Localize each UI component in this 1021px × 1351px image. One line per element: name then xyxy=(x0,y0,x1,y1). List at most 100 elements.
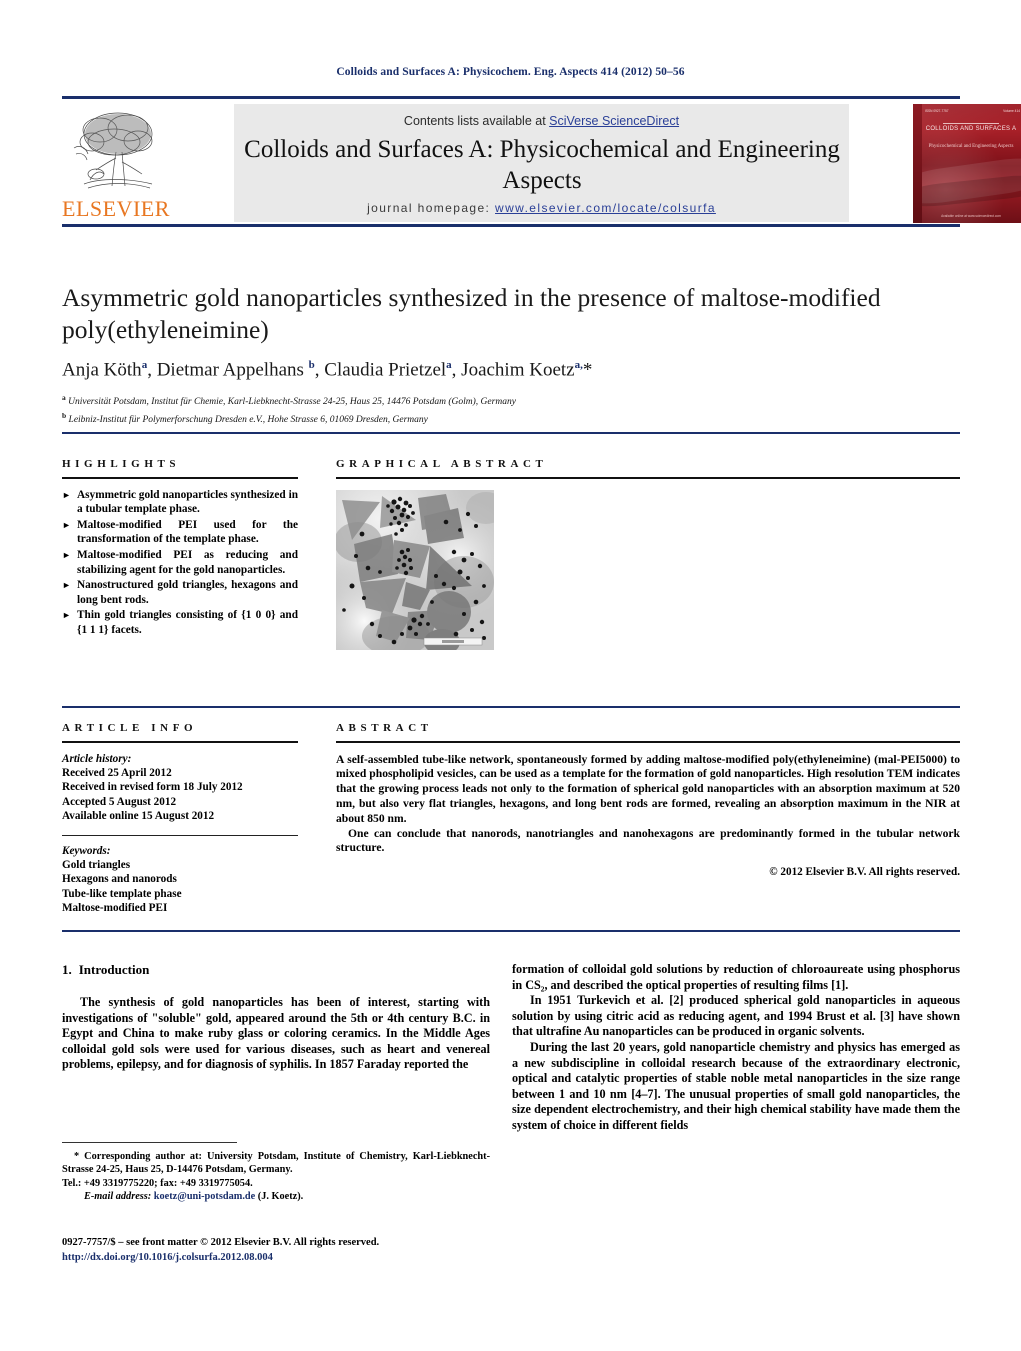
list-item: ► Maltose-modified PEI as reducing and st… xyxy=(62,548,298,577)
list-item: ► Nanostructured gold triangles, hexagons… xyxy=(62,578,298,607)
highlight-text: Maltose-modified PEI used for the transf… xyxy=(77,518,298,546)
email-owner: (J. Koetz). xyxy=(257,1190,304,1202)
abstract-paragraph-2: One can conclude that nanorods, nanotria… xyxy=(336,826,960,855)
contents-line: Contents lists available at SciVerse Sci… xyxy=(234,114,849,128)
bullet-arrow-icon: ► xyxy=(62,489,71,500)
list-item: ► Asymmetric gold nanoparticles synthesiz… xyxy=(62,488,298,517)
section-title-introduction: 1. Introduction xyxy=(62,962,490,978)
journal-masthead: ELSEVIER Contents lists available at Sci… xyxy=(62,96,1021,227)
keywords-label: Keywords: xyxy=(62,844,111,857)
issn-block: 0927-7757/$ – see front matter © 2012 El… xyxy=(62,1236,502,1265)
cover-issn: ISSN 0927-7757 xyxy=(925,109,949,113)
email-link[interactable]: koetz@uni-potsdam.de xyxy=(154,1191,255,1202)
bullet-arrow-icon: ► xyxy=(62,519,71,530)
masthead-bottom-rule xyxy=(62,224,960,227)
abstract-body: A self-assembled tube-like network, spon… xyxy=(336,753,960,857)
info-zone-top-rule xyxy=(62,706,960,708)
keyword-item: Maltose-modified PEI xyxy=(62,902,168,915)
journal-band: Contents lists available at SciVerse Sci… xyxy=(234,104,849,222)
keyword-item: Gold triangles xyxy=(62,859,131,872)
highlights-rule xyxy=(62,477,298,479)
article-history: Article history: Received 25 April 2012 … xyxy=(62,752,298,824)
article-info-separator xyxy=(62,834,298,836)
affiliation-a: a Universität Potsdam, Institut für Chem… xyxy=(62,393,516,408)
cover-subtitle: Physicochemical and Engineering Aspects xyxy=(928,144,1014,149)
list-item: ► Maltose-modified PEI used for the trans… xyxy=(62,518,298,547)
graphical-abstract-heading: GRAPHICAL ABSTRACT xyxy=(336,458,548,470)
elsevier-wordmark: ELSEVIER xyxy=(62,196,170,221)
issn-line: 0927-7757/$ – see front matter © 2012 El… xyxy=(62,1237,380,1248)
highlights-heading: HIGHLIGHTS xyxy=(62,458,181,470)
info-zone-bottom-rule xyxy=(62,930,960,932)
graphical-abstract-column: GRAPHICAL ABSTRACT xyxy=(336,458,960,650)
abstract-column: ABSTRACT A self-assembled tube-like netw… xyxy=(336,722,960,878)
intro-paragraph-left: The synthesis of gold nanoparticles has … xyxy=(62,995,490,1072)
section-number: 1. xyxy=(62,962,72,977)
running-head: Colloids and Surfaces A: Physicochem. En… xyxy=(336,66,685,78)
history-online: Available online 15 August 2012 xyxy=(62,810,215,823)
cover-top-text: ISSN 0927-7757 Volume 414 xyxy=(925,109,1020,113)
article-history-label: Article history: xyxy=(62,752,132,765)
masthead-top-rule xyxy=(62,96,960,99)
homepage-link[interactable]: www.elsevier.com/locate/colsurfa xyxy=(495,201,716,215)
body-column-left: 1. Introduction The synthesis of gold nan… xyxy=(62,962,490,1073)
bullet-arrow-icon: ► xyxy=(62,549,71,560)
email-note: E-mail address: koetz@uni-potsdam.de (J.… xyxy=(62,1190,490,1203)
title-bottom-rule xyxy=(62,432,960,434)
article-info-rule xyxy=(62,741,298,743)
title-block: Asymmetric gold nanoparticles synthesize… xyxy=(62,282,960,428)
article-info-heading: ARTICLE INFO xyxy=(62,722,198,734)
elsevier-logo: ELSEVIER xyxy=(62,104,170,222)
elsevier-tree-icon xyxy=(73,112,153,189)
journal-title: Colloids and Surfaces A: Physicochemical… xyxy=(244,136,840,194)
journal-homepage-line: journal homepage: www.elsevier.com/locat… xyxy=(234,201,849,215)
homepage-label: journal homepage: xyxy=(367,201,491,215)
journal-article-page: Colloids and Surfaces A: Physicochem. En… xyxy=(0,0,1021,1351)
intro-paragraph-right-1: formation of colloidal gold solutions by… xyxy=(512,962,960,992)
keywords-block: Keywords: Gold triangles Hexagons and na… xyxy=(62,844,298,916)
bullet-arrow-icon: ► xyxy=(62,580,71,591)
abstract-rule xyxy=(336,741,960,743)
sciencedirect-link[interactable]: SciVerse ScienceDirect xyxy=(549,114,679,128)
cover-divider xyxy=(943,123,999,124)
article-info-column: ARTICLE INFO Article history: Received 2… xyxy=(62,722,298,916)
footnote-separator-rule xyxy=(62,1142,237,1143)
copyright-line: © 2012 Elsevier B.V. All rights reserved… xyxy=(769,866,960,879)
history-received: Received 25 April 2012 xyxy=(62,767,172,779)
keyword-item: Hexagons and nanorods xyxy=(62,873,177,886)
highlight-text: Thin gold triangles consisting of {1 0 0… xyxy=(77,609,298,636)
cover-spine xyxy=(913,104,922,223)
keyword-item: Tube-like template phase xyxy=(62,887,182,900)
highlight-text: Nanostructured gold triangles, hexagons … xyxy=(77,579,298,606)
cover-volume: Volume 414 xyxy=(1003,109,1020,113)
cover-title: COLLOIDS AND SURFACES A xyxy=(925,126,1017,132)
cover-artwork xyxy=(913,104,1021,223)
journal-cover-thumbnail: ISSN 0927-7757 Volume 414 COLLOIDS AND S… xyxy=(913,104,1021,223)
list-item: ► Thin gold triangles consisting of {1 0 … xyxy=(62,608,298,637)
highlight-text: Asymmetric gold nanoparticles synthesize… xyxy=(77,488,298,516)
intro-paragraph-right-3: During the last 20 years, gold nanoparti… xyxy=(512,1039,960,1132)
abstract-paragraph-1: A self-assembled tube-like network, spon… xyxy=(336,752,960,825)
contents-prefix: Contents lists available at xyxy=(403,114,550,128)
highlights-list: ► Asymmetric gold nanoparticles synthesiz… xyxy=(62,488,298,638)
telephone-note: Tel.: +49 3319775220; fax: +49 331977505… xyxy=(62,1177,253,1189)
history-accepted: Accepted 5 August 2012 xyxy=(62,795,177,808)
intro-paragraph-right-2: In 1951 Turkevich et al. [2] produced sp… xyxy=(512,993,960,1039)
footnote-block: * Corresponding author at: University Po… xyxy=(62,1150,490,1203)
abstract-heading: ABSTRACT xyxy=(336,722,433,734)
article-title: Asymmetric gold nanoparticles synthesize… xyxy=(62,283,881,344)
corresponding-author-note: * Corresponding author at: University Po… xyxy=(62,1151,490,1176)
author-list: Anja Kötha, Dietmar Appelhans b, Claudia… xyxy=(62,359,593,381)
tem-micrograph xyxy=(336,489,494,650)
affiliation-b: b Leibniz-Institut für Polymerforschung … xyxy=(62,411,428,426)
body-column-right: formation of colloidal gold solutions by… xyxy=(512,962,960,1134)
history-revised: Received in revised form 18 July 2012 xyxy=(62,781,243,794)
section-name: Introduction xyxy=(78,962,150,977)
graphical-abstract-rule xyxy=(336,477,960,479)
bullet-arrow-icon: ► xyxy=(62,610,71,621)
highlight-text: Maltose-modified PEI as reducing and sta… xyxy=(77,548,298,576)
highlights-column: HIGHLIGHTS ► Asymmetric gold nanoparticle… xyxy=(62,458,298,639)
affiliations: a Universität Potsdam, Institut für Chem… xyxy=(62,391,960,427)
cover-bottom-text: Available online at www.sciencedirect.co… xyxy=(941,214,1001,218)
doi-link[interactable]: http://dx.doi.org/10.1016/j.colsurfa.201… xyxy=(62,1252,273,1263)
